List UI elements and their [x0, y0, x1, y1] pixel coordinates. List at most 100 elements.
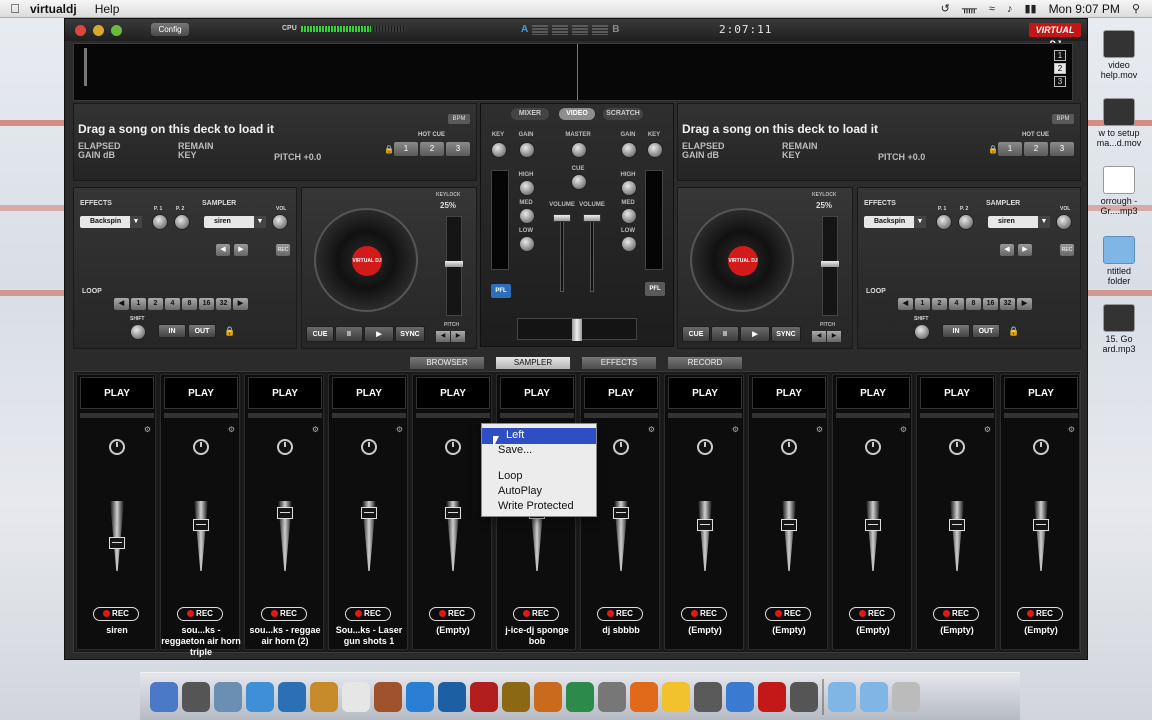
battery-icon[interactable]: ▮▮: [1024, 2, 1036, 15]
bluetooth-icon[interactable]: ᚅ: [962, 2, 977, 15]
loop-out-button[interactable]: OUT: [188, 324, 216, 338]
cue-button[interactable]: CUE: [682, 326, 710, 342]
layout-a-icon[interactable]: A: [521, 24, 528, 35]
pitch-down-button[interactable]: ◀: [436, 331, 450, 342]
settings-icon[interactable]: ⚙: [984, 425, 991, 434]
settings-icon[interactable]: ⚙: [396, 425, 403, 434]
sampler-play-button[interactable]: PLAY: [500, 377, 574, 409]
system-prefs-icon[interactable]: [598, 681, 626, 712]
sampler-rec-button[interactable]: REC: [1060, 244, 1074, 256]
sampler-rec-button[interactable]: REC: [849, 607, 895, 621]
calendar-icon[interactable]: [342, 681, 370, 712]
sampler-knob[interactable]: [613, 439, 629, 455]
context-menu-item-loop[interactable]: Loop: [498, 470, 522, 482]
notes-icon[interactable]: [662, 681, 690, 712]
trash-icon[interactable]: [892, 681, 920, 712]
effect-select[interactable]: Backspin ▼: [80, 216, 142, 228]
time-machine-icon[interactable]: ↺: [941, 2, 950, 15]
tab-scratch[interactable]: SCRATCH: [603, 108, 643, 120]
desktop-file[interactable]: ntitled folder: [1086, 236, 1152, 286]
firefox-icon[interactable]: [630, 681, 658, 712]
loop-16-button[interactable]: 16: [199, 298, 214, 310]
folder-icon[interactable]: [828, 681, 856, 712]
sampler-rec-button[interactable]: REC: [261, 607, 307, 621]
right-volume-fader[interactable]: [583, 214, 601, 222]
sampler-knob[interactable]: [1033, 439, 1049, 455]
crossfader-handle[interactable]: [572, 319, 582, 341]
shift-knob[interactable]: [914, 324, 930, 340]
settings-icon[interactable]: ⚙: [312, 425, 319, 434]
recorder-icon[interactable]: [790, 681, 818, 712]
desktop-file[interactable]: w to setup ma...d.mov: [1086, 98, 1152, 148]
lock-icon[interactable]: 🔒: [988, 145, 998, 154]
sampler-select[interactable]: siren ▼: [204, 216, 266, 228]
loop-2-button[interactable]: 2: [932, 298, 947, 310]
p1-knob[interactable]: [152, 214, 168, 230]
sampler-play-button[interactable]: PLAY: [164, 377, 238, 409]
settings-icon[interactable]: ⚙: [228, 425, 235, 434]
pitch-slider[interactable]: [821, 216, 839, 316]
left-jog-wheel[interactable]: VIRTUAL DJ: [314, 208, 418, 312]
menubar-clock[interactable]: Mon 9:07 PM: [1049, 2, 1120, 16]
cue-button[interactable]: CUE: [306, 326, 334, 342]
pitch-range[interactable]: 25%: [440, 201, 456, 210]
loop-32-button[interactable]: 32: [1000, 298, 1015, 310]
photo-icon[interactable]: [470, 681, 498, 712]
sampler-rec-button[interactable]: REC: [1017, 607, 1063, 621]
loop-16-button[interactable]: 16: [983, 298, 998, 310]
waveform-display[interactable]: 1 2 3: [73, 43, 1073, 101]
p1-knob[interactable]: [936, 214, 952, 230]
sampler-rec-button[interactable]: REC: [93, 607, 139, 621]
folder2-icon[interactable]: [860, 681, 888, 712]
pitch-slider-handle[interactable]: [821, 261, 839, 267]
context-menu-item-autoplay[interactable]: AutoPlay: [498, 485, 542, 497]
sampler-vol-knob[interactable]: [1056, 214, 1072, 230]
safari-icon[interactable]: [246, 681, 274, 712]
sampler-rec-button[interactable]: REC: [765, 607, 811, 621]
sampler-knob[interactable]: [781, 439, 797, 455]
sampler-play-button[interactable]: PLAY: [80, 377, 154, 409]
pencil-icon[interactable]: [694, 681, 722, 712]
pitch-slider[interactable]: [445, 216, 463, 316]
sampler-play-button[interactable]: PLAY: [752, 377, 826, 409]
high-knob[interactable]: [621, 180, 637, 196]
sampler-play-button[interactable]: PLAY: [668, 377, 742, 409]
sampler-volume-fader[interactable]: [193, 519, 209, 531]
play-button[interactable]: ▶: [364, 326, 394, 342]
chart-icon[interactable]: [726, 681, 754, 712]
loop-4-button[interactable]: 4: [949, 298, 964, 310]
sampler-knob[interactable]: [445, 439, 461, 455]
lock-icon[interactable]: 🔒: [384, 145, 394, 154]
hot-cue-3-button[interactable]: 3: [1050, 142, 1074, 156]
sampler-prev-button[interactable]: ◀: [1000, 244, 1014, 256]
lock-icon[interactable]: 🔒: [224, 326, 235, 337]
app-menu[interactable]: virtualdj: [30, 2, 77, 16]
context-menu-item-save[interactable]: Save...: [498, 444, 532, 456]
hot-cue-2-button[interactable]: 2: [1024, 142, 1048, 156]
volume-icon[interactable]: ♪: [1007, 3, 1013, 15]
sampler-volume-fader[interactable]: [277, 507, 293, 519]
sampler-volume-fader[interactable]: [781, 519, 797, 531]
play-button[interactable]: ▶: [740, 326, 770, 342]
sampler-rec-button[interactable]: REC: [345, 607, 391, 621]
left-deck-info[interactable]: BPM Drag a song on this deck to load it …: [73, 103, 477, 181]
preview2-icon[interactable]: [502, 681, 530, 712]
loop-2-button[interactable]: 2: [148, 298, 163, 310]
loop-8-button[interactable]: 8: [182, 298, 197, 310]
layout-icon[interactable]: [552, 24, 569, 35]
sampler-volume-fader[interactable]: [445, 507, 461, 519]
sampler-next-button[interactable]: ▶: [234, 244, 248, 256]
sampler-rec-button[interactable]: REC: [429, 607, 475, 621]
sampler-knob[interactable]: [193, 439, 209, 455]
loop-prev-button[interactable]: ◀: [114, 298, 129, 310]
sampler-rec-button[interactable]: REC: [597, 607, 643, 621]
photobooth-icon[interactable]: [374, 681, 402, 712]
help-menu[interactable]: Help: [95, 2, 120, 16]
preview-icon[interactable]: [214, 681, 242, 712]
gain-knob[interactable]: [621, 142, 637, 158]
minimize-button[interactable]: [93, 25, 104, 36]
right-deck-info[interactable]: BPM Drag a song on this deck to load it …: [677, 103, 1081, 181]
loop-4-button[interactable]: 4: [165, 298, 180, 310]
sampler-volume-fader[interactable]: [613, 507, 629, 519]
tab-video[interactable]: VIDEO: [559, 108, 595, 120]
